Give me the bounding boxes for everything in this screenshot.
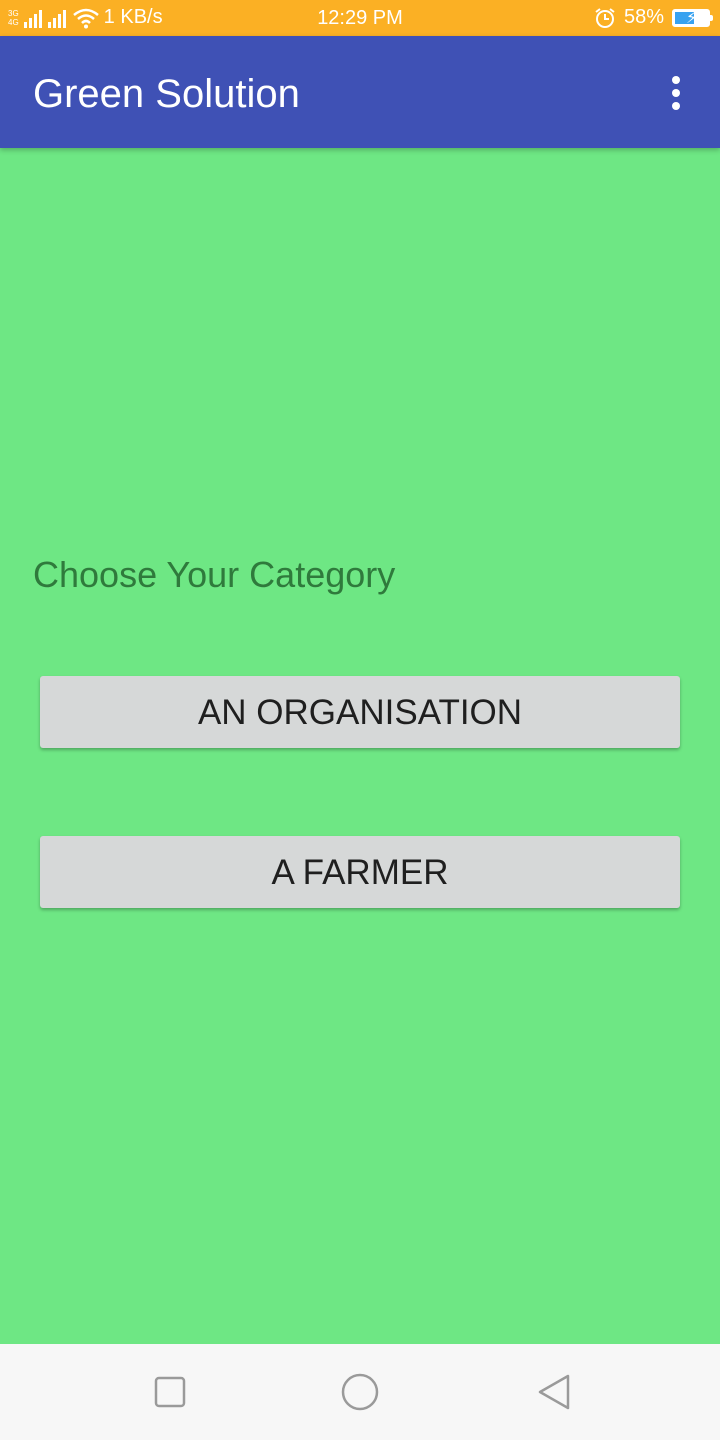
navigation-bar: [0, 1344, 720, 1440]
organisation-button[interactable]: AN ORGANISATION: [40, 676, 680, 748]
category-prompt: Choose Your Category: [33, 554, 396, 595]
battery-icon: ⚡: [672, 8, 713, 27]
alarm-clock-icon: [595, 7, 615, 28]
status-bar: 3G 4G 1 KB/s 12:29 PM 58% ⚡: [0, 0, 720, 36]
triangle-back-icon[interactable]: [534, 1372, 574, 1412]
farmer-button[interactable]: A FARMER: [40, 836, 680, 908]
status-right: 58% ⚡: [594, 6, 713, 29]
app-title: Green Solution: [33, 72, 300, 116]
charging-bolt-icon: ⚡: [686, 9, 698, 27]
app-bar: Green Solution: [0, 36, 720, 148]
circle-icon[interactable]: [340, 1372, 380, 1412]
battery-percentage: 58%: [623, 6, 664, 28]
more-vert-icon[interactable]: [662, 76, 690, 110]
square-icon[interactable]: [150, 1372, 190, 1412]
